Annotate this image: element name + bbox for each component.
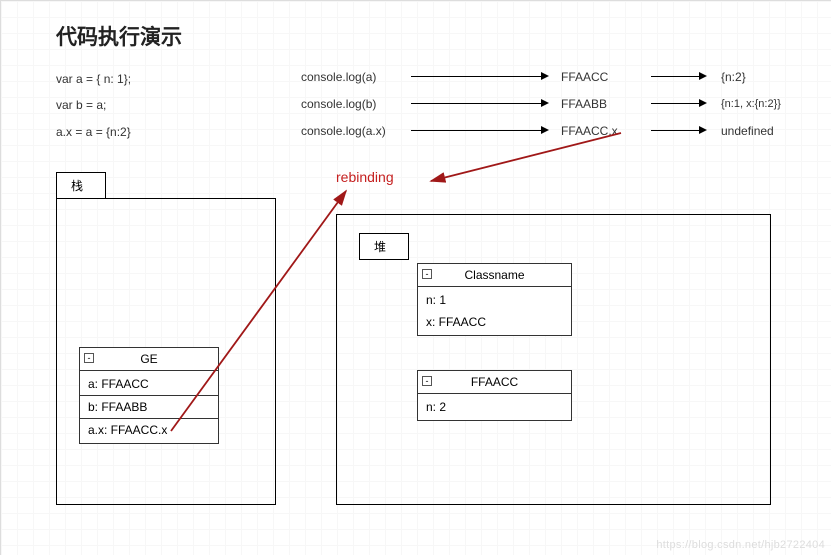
- collapse-icon[interactable]: -: [422, 269, 432, 279]
- arrow-icon: [411, 76, 541, 77]
- ge-row-b: b: FFAABB: [80, 395, 218, 418]
- log-mid: FFAACC: [561, 70, 651, 84]
- ge-row-a: a: FFAACC: [80, 373, 218, 395]
- uml-head: - GE: [80, 348, 218, 371]
- classname-row-x: x: FFAACC: [418, 311, 571, 333]
- log-row-a: console.log(a) FFAACC {n:2}: [301, 63, 801, 90]
- code-line-2: var b = a;: [56, 92, 131, 118]
- log-row-ax: console.log(a.x) FFAACC.x undefined: [301, 117, 801, 144]
- log-mid: FFAACC.x: [561, 124, 651, 138]
- uml-ge: - GE a: FFAACC b: FFAABB a.x: FFAACC.x: [79, 347, 219, 444]
- log-row-b: console.log(b) FFAABB {n:1, x:{n:2}}: [301, 90, 801, 117]
- collapse-icon[interactable]: -: [84, 353, 94, 363]
- classname-row-n: n: 1: [418, 289, 571, 311]
- uml-head: - Classname: [418, 264, 571, 287]
- uml-body: n: 2: [418, 394, 571, 420]
- arrow-icon: [651, 76, 699, 77]
- uml-title: GE: [140, 352, 157, 366]
- rebinding-label: rebinding: [336, 169, 394, 185]
- log-out: {n:2}: [721, 70, 801, 84]
- diagram-canvas: 代码执行演示 var a = { n: 1}; var b = a; a.x =…: [0, 0, 831, 555]
- code-line-1: var a = { n: 1};: [56, 66, 131, 92]
- log-mid: FFAABB: [561, 97, 651, 111]
- page-title: 代码执行演示: [56, 21, 182, 51]
- log-out: undefined: [721, 124, 801, 138]
- uml-body: a: FFAACC b: FFAABB a.x: FFAACC.x: [80, 371, 218, 443]
- heap-tab: 堆: [359, 233, 409, 260]
- watermark: https://blog.csdn.net/hjb2722404: [656, 539, 825, 551]
- uml-head: - FFAACC: [418, 371, 571, 394]
- log-call: console.log(a): [301, 70, 411, 84]
- log-out: {n:1, x:{n:2}}: [721, 98, 801, 110]
- arrow-icon: [651, 103, 699, 104]
- ge-row-ax: a.x: FFAACC.x: [80, 418, 218, 441]
- ffaacc-row-n: n: 2: [418, 396, 571, 418]
- collapse-icon[interactable]: -: [422, 376, 432, 386]
- log-call: console.log(b): [301, 97, 411, 111]
- uml-body: n: 1 x: FFAACC: [418, 287, 571, 335]
- console-log-table: console.log(a) FFAACC {n:2} console.log(…: [301, 63, 801, 144]
- stack-tab: 栈: [56, 172, 106, 198]
- arrow-icon: [411, 130, 541, 131]
- arrow-icon: [411, 103, 541, 104]
- uml-classname: - Classname n: 1 x: FFAACC: [417, 263, 572, 336]
- source-code: var a = { n: 1}; var b = a; a.x = a = {n…: [56, 66, 131, 145]
- uml-ffaacc: - FFAACC n: 2: [417, 370, 572, 421]
- arrow-icon: [651, 130, 699, 131]
- log-call: console.log(a.x): [301, 124, 411, 138]
- uml-title: FFAACC: [471, 375, 518, 389]
- stack-container: 栈 - GE a: FFAACC b: FFAABB a.x: FFAACC.x: [56, 198, 276, 505]
- heap-container: 堆 - Classname n: 1 x: FFAACC - FFAACC n:…: [336, 214, 771, 505]
- uml-title: Classname: [464, 268, 524, 282]
- code-line-3: a.x = a = {n:2}: [56, 119, 131, 145]
